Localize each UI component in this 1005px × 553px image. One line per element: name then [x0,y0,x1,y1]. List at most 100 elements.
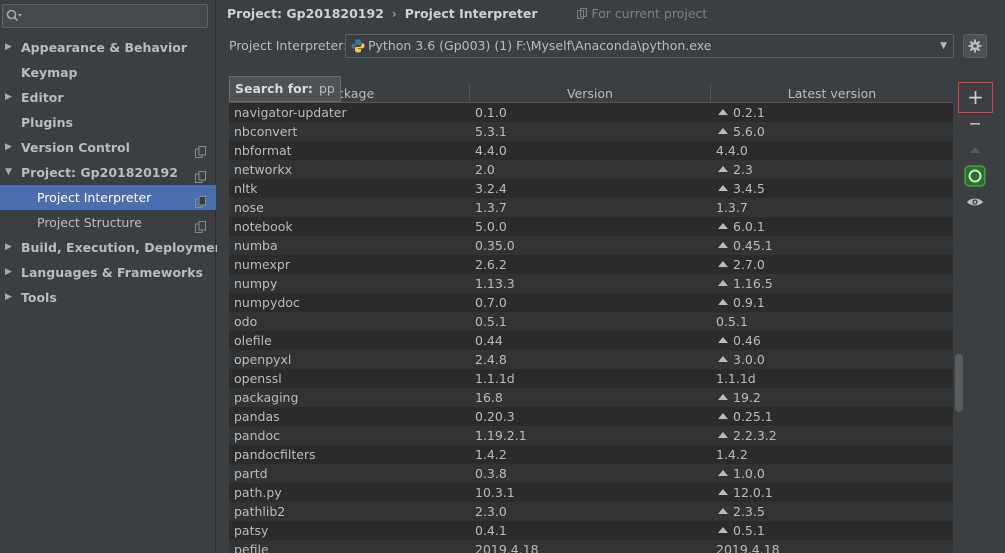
triangle-right-icon[interactable]: ▶ [5,235,12,260]
uninstall-package-button[interactable] [962,111,988,137]
refresh-button[interactable] [962,163,988,189]
python-icon [351,39,365,53]
latest-version-cell: 0.25.1 [716,407,952,426]
package-cell: navigator-updater [234,103,470,122]
package-cell: pefile [234,540,470,553]
triangle-right-icon[interactable]: ▶ [5,260,12,285]
latest-version-cell: 1.3.7 [716,198,952,217]
table-row[interactable]: networkx 2.0 2.3 [229,160,953,179]
upgrade-available-icon [718,337,728,343]
latest-version-cell-text: 0.2.1 [733,105,765,120]
table-row[interactable]: olefile 0.44 0.46 [229,331,953,350]
package-cell-text: pathlib2 [234,504,286,519]
latest-version-cell-text: 5.6.0 [733,124,765,139]
version-cell: 5.3.1 [475,122,711,141]
latest-version-cell: 0.45.1 [716,236,952,255]
upgrade-available-icon [718,109,728,115]
breadcrumb-project[interactable]: Project: Gp201820192 [227,6,384,21]
table-row[interactable]: nbconvert 5.3.1 5.6.0 [229,122,953,141]
install-package-button[interactable]: + [958,82,993,113]
package-cell-text: packaging [234,390,299,405]
table-row[interactable]: nose 1.3.7 1.3.7 [229,198,953,217]
table-row[interactable]: openpyxl 2.4.8 3.0.0 [229,350,953,369]
sidebar-item[interactable]: Project Interpreter [0,185,216,210]
interpreter-select[interactable]: Python 3.6 (Gp003) (1) F:\Myself\Anacond… [345,34,954,58]
package-cell: pandas [234,407,470,426]
sidebar-item[interactable]: ▼ Project: Gp201820192 [0,160,216,185]
upgrade-available-icon [718,489,728,495]
sidebar-item[interactable]: ▶ Appearance & Behavior [0,35,216,60]
sidebar-item[interactable]: Keymap [0,60,216,85]
version-cell-text: 1.19.2.1 [475,428,527,443]
table-row[interactable]: numpydoc 0.7.0 0.9.1 [229,293,953,312]
show-early-releases-button[interactable] [962,189,988,215]
table-row[interactable]: packaging 16.8 19.2 [229,388,953,407]
package-cell: pandocfilters [234,445,470,464]
column-header-latest-version[interactable]: Latest version [711,84,953,103]
table-row[interactable]: odo 0.5.1 0.5.1 [229,312,953,331]
table-row[interactable]: path.py 10.3.1 12.0.1 [229,483,953,502]
settings-search-box[interactable] [2,4,208,28]
version-cell: 0.5.1 [475,312,711,331]
minus-icon [970,123,980,125]
package-cell-text: odo [234,314,258,329]
table-row[interactable]: numpy 1.13.3 1.16.5 [229,274,953,293]
upgrade-available-icon [718,261,728,267]
table-row[interactable]: nltk 3.2.4 3.4.5 [229,179,953,198]
latest-version-cell-text: 1.0.0 [733,466,765,481]
sidebar-item[interactable]: Project Structure [0,210,216,235]
version-cell: 1.1.1d [475,369,711,388]
table-row[interactable]: pandocfilters 1.4.2 1.4.2 [229,445,953,464]
sidebar-item-label: Editor [21,90,64,105]
table-row[interactable]: pathlib2 2.3.0 2.3.5 [229,502,953,521]
upgrade-available-icon [718,128,728,134]
triangle-right-icon[interactable]: ▶ [5,85,12,110]
latest-version-cell-text: 2019.4.18 [716,542,780,553]
sidebar-item[interactable]: ▶ Version Control [0,135,216,160]
triangle-down-icon[interactable]: ▼ [5,160,12,185]
table-row[interactable]: notebook 5.0.0 6.0.1 [229,217,953,236]
latest-version-cell: 1.16.5 [716,274,952,293]
triangle-right-icon[interactable]: ▶ [5,35,12,60]
settings-search-input[interactable] [25,6,205,26]
table-row[interactable]: patsy 0.4.1 0.5.1 [229,521,953,540]
version-cell-text: 0.5.1 [475,314,507,329]
table-row[interactable]: numba 0.35.0 0.45.1 [229,236,953,255]
table-row[interactable]: partd 0.3.8 1.0.0 [229,464,953,483]
sidebar-item[interactable]: ▶ Tools [0,285,216,310]
table-row[interactable]: pandoc 1.19.2.1 2.2.3.2 [229,426,953,445]
interpreter-settings-button[interactable] [963,34,987,58]
settings-tree: ▶ Appearance & Behavior Keymap ▶ Editor Plugi… [0,35,229,310]
triangle-right-icon[interactable]: ▶ [5,285,12,310]
table-row[interactable]: pandas 0.20.3 0.25.1 [229,407,953,426]
table-scrollbar[interactable] [955,354,963,412]
column-header-version[interactable]: Version [470,84,711,103]
sidebar-item[interactable]: Plugins [0,110,216,135]
sidebar-item-label: Keymap [21,65,78,80]
latest-version-cell-text: 3.4.5 [733,181,765,196]
table-row[interactable]: navigator-updater 0.1.0 0.2.1 [229,103,953,122]
copy-icon [577,8,588,19]
sidebar-item[interactable]: ▶ Languages & Frameworks [0,260,216,285]
version-cell-text: 10.3.1 [475,485,515,500]
table-row[interactable]: pefile 2019.4.18 2019.4.18 [229,540,953,553]
latest-version-cell: 0.5.1 [716,312,952,331]
upgrade-package-button[interactable] [962,137,988,163]
sidebar-item[interactable]: ▶ Editor [0,85,216,110]
table-row[interactable]: openssl 1.1.1d 1.1.1d [229,369,953,388]
package-cell-text: notebook [234,219,293,234]
triangle-right-icon[interactable]: ▶ [5,135,12,160]
search-popup: Search for: pp [229,76,341,102]
table-row[interactable]: numexpr 2.6.2 2.7.0 [229,255,953,274]
version-cell-text: 1.4.2 [475,447,507,462]
latest-version-cell-text: 2.7.0 [733,257,765,272]
latest-version-cell: 6.0.1 [716,217,952,236]
latest-version-cell-text: 0.46 [733,333,761,348]
latest-version-cell: 0.46 [716,331,952,350]
table-row[interactable]: nbformat 4.4.0 4.4.0 [229,141,953,160]
sidebar-item[interactable]: ▶ Build, Execution, Deployment [0,235,229,260]
chevron-down-icon[interactable]: ▼ [940,35,947,57]
package-cell: openssl [234,369,470,388]
version-cell: 2019.4.18 [475,540,711,553]
latest-version-cell: 0.2.1 [716,103,952,122]
